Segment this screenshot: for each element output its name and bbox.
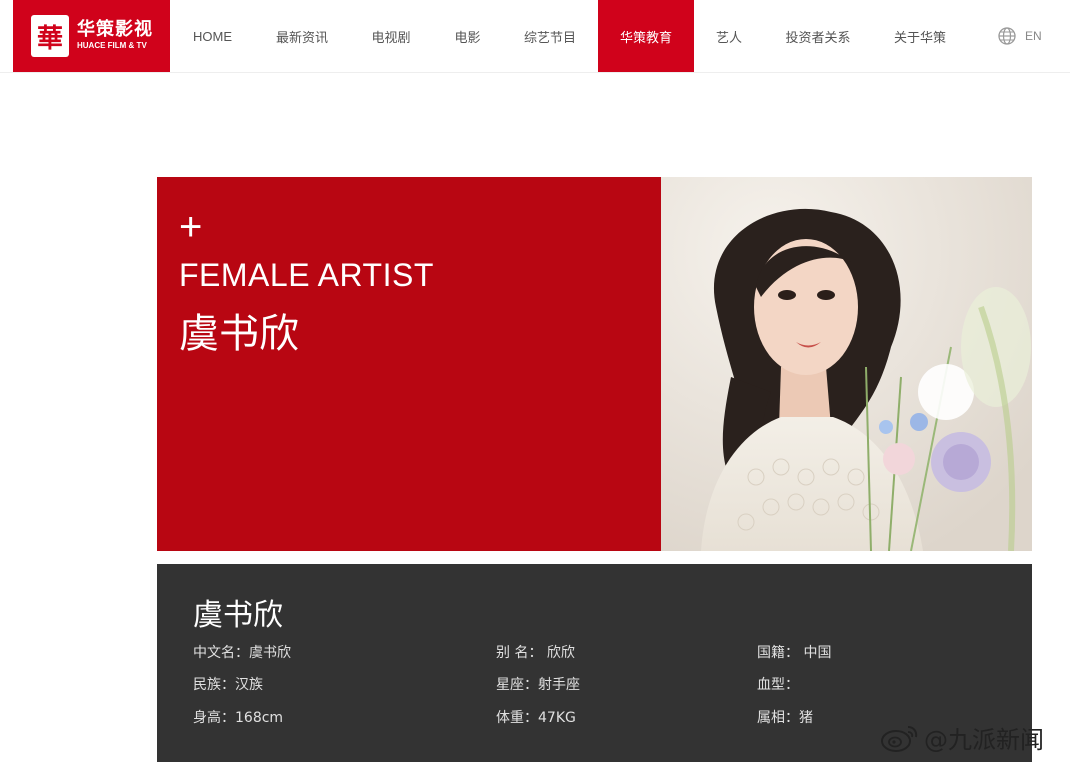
- nav-film[interactable]: 电影: [440, 0, 495, 72]
- language-label: EN: [1025, 29, 1042, 43]
- hero-subtitle: FEMALE ARTIST: [179, 257, 434, 293]
- field-chinese-name: 中文名：虞书欣: [193, 645, 291, 661]
- globe-icon: [998, 27, 1016, 45]
- nav-variety[interactable]: 综艺节目: [510, 0, 590, 72]
- hero-panel: + FEMALE ARTIST 虞书欣: [157, 177, 661, 551]
- profile-title: 虞书欣: [193, 598, 283, 633]
- field-weight: 体重：47KG: [496, 710, 576, 726]
- nav-tv[interactable]: 电视剧: [360, 0, 422, 72]
- field-ethnicity: 民族：汉族: [193, 677, 263, 693]
- nav-about[interactable]: 关于华策: [880, 0, 960, 72]
- nav-education[interactable]: 华策教育: [598, 0, 694, 72]
- nav-news[interactable]: 最新资讯: [262, 0, 342, 72]
- nav-artists[interactable]: 艺人: [702, 0, 756, 72]
- language-switch[interactable]: EN: [997, 0, 1042, 72]
- hero-artist-name: 虞书欣: [179, 311, 299, 357]
- site-header: 華 华策影视 HUACE FILM & TV HOME 最新资讯 电视剧 电影 …: [0, 0, 1070, 73]
- watermark: @九派新闻: [880, 720, 1044, 755]
- artist-hero: + FEMALE ARTIST 虞书欣: [157, 177, 1032, 551]
- field-blood-type: 血型：: [757, 677, 799, 693]
- logo-name-en: HUACE FILM & TV: [77, 41, 147, 50]
- logo-name-cn: 华策影视: [77, 19, 153, 40]
- field-height: 身高：168cm: [193, 710, 284, 726]
- logo-text: 华策影视 HUACE FILM & TV: [77, 20, 153, 52]
- artist-photo: [661, 177, 1032, 551]
- brand-logo[interactable]: 華 华策影视 HUACE FILM & TV: [13, 0, 170, 72]
- weibo-icon: [881, 725, 918, 752]
- field-zodiac: 星座：射手座: [496, 677, 580, 693]
- field-chinese-zodiac: 属相：猪: [757, 710, 813, 726]
- logo-mark: 華: [31, 15, 69, 57]
- portrait-illustration: [661, 177, 1032, 551]
- nav-investors[interactable]: 投资者关系: [775, 0, 861, 72]
- field-alias: 别 名： 欣欣: [496, 645, 575, 661]
- field-nationality: 国籍： 中国: [757, 645, 832, 661]
- nav-home[interactable]: HOME: [170, 0, 255, 72]
- plus-icon[interactable]: +: [179, 207, 202, 247]
- watermark-text: @九派新闻: [924, 726, 1044, 754]
